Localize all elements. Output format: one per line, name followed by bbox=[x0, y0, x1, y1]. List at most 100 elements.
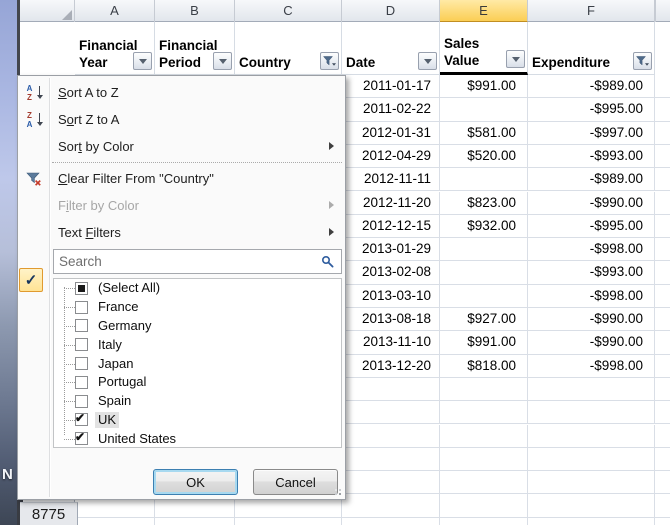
filter-button-e[interactable] bbox=[506, 50, 525, 68]
cell[interactable]: $581.00 bbox=[440, 122, 528, 144]
cell[interactable]: $818.00 bbox=[440, 355, 528, 377]
filter-button-b[interactable] bbox=[213, 52, 232, 70]
menu-item-sort-by-color[interactable]: Sort by Color bbox=[18, 133, 345, 160]
cell[interactable] bbox=[440, 518, 528, 525]
cell[interactable]: 2011-02-22 bbox=[342, 98, 440, 120]
cell[interactable]: 2013-08-18 bbox=[342, 308, 440, 330]
checkbox-indeterminate[interactable] bbox=[75, 282, 88, 295]
cell[interactable] bbox=[440, 168, 528, 190]
cell[interactable]: $932.00 bbox=[440, 215, 528, 237]
header-cell-e[interactable]: SalesValue bbox=[440, 22, 528, 75]
cell[interactable] bbox=[342, 494, 440, 516]
cell[interactable]: 2013-03-10 bbox=[342, 285, 440, 307]
checkbox-checked[interactable] bbox=[75, 432, 88, 445]
cell[interactable]: 2012-04-29 bbox=[342, 145, 440, 167]
cell[interactable]: $991.00 bbox=[440, 331, 528, 353]
filter-value-uk[interactable]: UK bbox=[54, 411, 341, 430]
checkbox-unchecked[interactable] bbox=[75, 395, 88, 408]
menu-item-text-filters[interactable]: Text Filters bbox=[18, 219, 345, 246]
cell[interactable] bbox=[528, 401, 655, 423]
cell[interactable] bbox=[528, 471, 655, 493]
column-header-e[interactable]: E bbox=[440, 0, 528, 22]
header-cell-c[interactable]: Country bbox=[235, 22, 342, 75]
cell[interactable]: 2013-01-29 bbox=[342, 238, 440, 260]
filter-button-f[interactable] bbox=[633, 52, 652, 70]
cell[interactable] bbox=[528, 518, 655, 525]
header-cell-d[interactable]: Date bbox=[342, 22, 440, 75]
cell[interactable]: 2012-11-11 bbox=[342, 168, 440, 190]
cell[interactable] bbox=[342, 401, 440, 423]
cell[interactable] bbox=[440, 238, 528, 260]
checkbox-unchecked[interactable] bbox=[75, 338, 88, 351]
cell[interactable]: 2013-02-08 bbox=[342, 261, 440, 283]
column-header-c[interactable]: C bbox=[235, 0, 342, 22]
cell[interactable] bbox=[440, 401, 528, 423]
ok-button[interactable]: OK bbox=[153, 469, 238, 495]
checkbox-checked[interactable] bbox=[75, 413, 88, 426]
cell[interactable] bbox=[342, 425, 440, 447]
cell[interactable]: -$990.00 bbox=[528, 308, 655, 330]
cell[interactable] bbox=[342, 378, 440, 400]
cell[interactable]: -$990.00 bbox=[528, 192, 655, 214]
menu-item-filter-by-color[interactable]: Filter by Color bbox=[18, 192, 345, 219]
cell[interactable]: $520.00 bbox=[440, 145, 528, 167]
cell[interactable]: 2012-01-31 bbox=[342, 122, 440, 144]
cell[interactable] bbox=[440, 378, 528, 400]
filter-value-japan[interactable]: Japan bbox=[54, 354, 341, 373]
cell[interactable] bbox=[440, 471, 528, 493]
cell[interactable]: -$990.00 bbox=[528, 331, 655, 353]
checkbox-unchecked[interactable] bbox=[75, 376, 88, 389]
cell[interactable]: $927.00 bbox=[440, 308, 528, 330]
cell[interactable] bbox=[440, 285, 528, 307]
filter-value-italy[interactable]: Italy bbox=[54, 335, 341, 354]
cell[interactable] bbox=[342, 448, 440, 470]
filter-button-c[interactable] bbox=[320, 52, 339, 70]
column-header-a[interactable]: A bbox=[75, 0, 155, 22]
cell[interactable] bbox=[440, 448, 528, 470]
cell[interactable]: -$997.00 bbox=[528, 122, 655, 144]
cell[interactable]: -$998.00 bbox=[528, 355, 655, 377]
cell[interactable]: 2013-12-20 bbox=[342, 355, 440, 377]
cell[interactable] bbox=[342, 518, 440, 525]
filter-value-spain[interactable]: Spain bbox=[54, 392, 341, 411]
cell[interactable] bbox=[342, 471, 440, 493]
header-cell-f[interactable]: Expenditure bbox=[528, 22, 655, 75]
cell[interactable] bbox=[528, 425, 655, 447]
cell[interactable]: -$995.00 bbox=[528, 98, 655, 120]
cell[interactable]: -$998.00 bbox=[528, 238, 655, 260]
cell[interactable] bbox=[235, 518, 342, 525]
row-header-8775[interactable]: 8775 bbox=[20, 502, 78, 525]
menu-item-sort-a-to-z[interactable]: AZSort A to Z bbox=[18, 79, 345, 106]
menu-item-sort-z-to-a[interactable]: ZASort Z to A bbox=[18, 106, 345, 133]
cell[interactable]: 2012-11-20 bbox=[342, 192, 440, 214]
select-all-corner[interactable] bbox=[20, 0, 75, 22]
cell[interactable] bbox=[440, 261, 528, 283]
header-cell-b[interactable]: FinancialPeriod bbox=[155, 22, 235, 75]
cell[interactable] bbox=[440, 98, 528, 120]
cell[interactable] bbox=[155, 518, 235, 525]
header-cell-a[interactable]: FinancialYear bbox=[75, 22, 155, 75]
checkbox-unchecked[interactable] bbox=[75, 301, 88, 314]
checkbox-unchecked[interactable] bbox=[75, 357, 88, 370]
search-input[interactable] bbox=[54, 250, 341, 273]
menu-item-clear-filter-from-country[interactable]: Clear Filter From "Country" bbox=[18, 165, 345, 192]
cell[interactable]: -$989.00 bbox=[528, 168, 655, 190]
column-header-b[interactable]: B bbox=[155, 0, 235, 22]
filter-value-germany[interactable]: Germany bbox=[54, 317, 341, 336]
cell[interactable]: $991.00 bbox=[440, 75, 528, 97]
cell[interactable] bbox=[528, 494, 655, 516]
cell[interactable] bbox=[440, 425, 528, 447]
filter-value-portugal[interactable]: Portugal bbox=[54, 373, 341, 392]
resize-grip[interactable] bbox=[330, 484, 342, 496]
filter-button-a[interactable] bbox=[133, 52, 152, 70]
column-header-d[interactable]: D bbox=[342, 0, 440, 22]
column-header-f[interactable]: F bbox=[528, 0, 655, 22]
filter-value-select-all[interactable]: (Select All) bbox=[54, 279, 341, 298]
cell[interactable]: $823.00 bbox=[440, 192, 528, 214]
cell[interactable] bbox=[440, 494, 528, 516]
checkbox-unchecked[interactable] bbox=[75, 319, 88, 332]
gutter-check-button[interactable]: ✓ bbox=[19, 268, 43, 292]
filter-button-d[interactable] bbox=[418, 52, 437, 70]
cell[interactable] bbox=[528, 448, 655, 470]
filter-value-france[interactable]: France bbox=[54, 298, 341, 317]
